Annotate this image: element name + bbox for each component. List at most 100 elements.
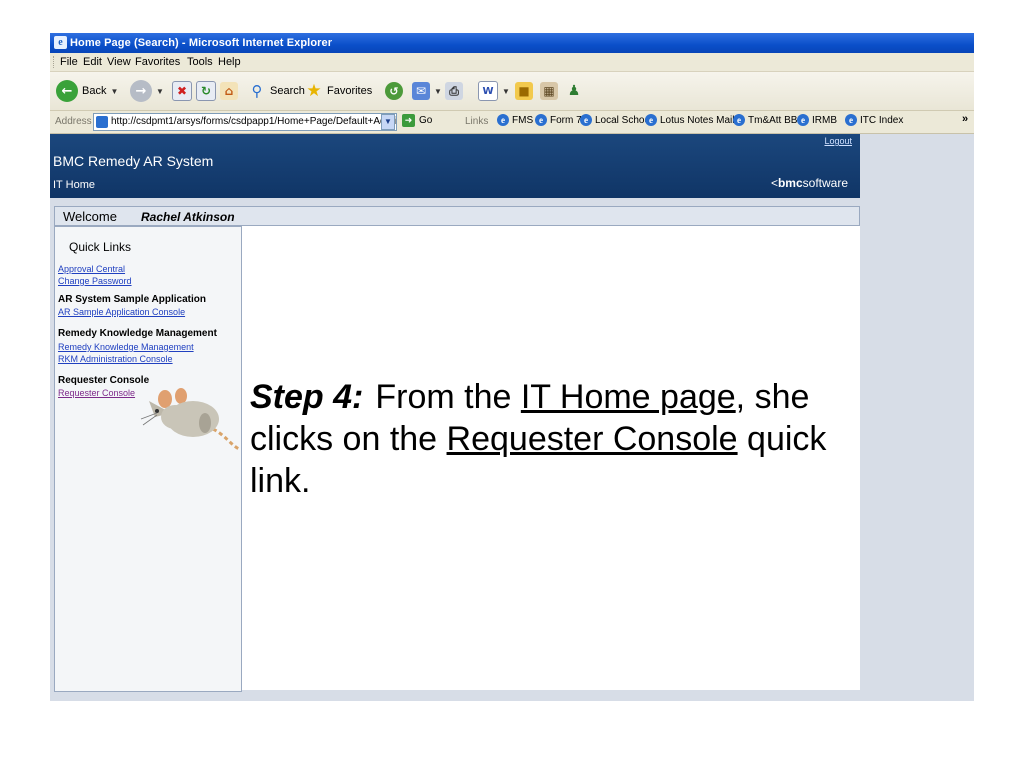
- link-change-password[interactable]: Change Password: [58, 276, 132, 286]
- ie-link-icon: e: [497, 114, 509, 126]
- home-icon: ⌂: [220, 82, 238, 100]
- refresh-button[interactable]: ↻: [196, 79, 216, 103]
- address-dropdown-icon[interactable]: ▼: [381, 114, 395, 130]
- chevron-down-icon: ▼: [434, 86, 442, 96]
- back-label: Back: [82, 85, 107, 97]
- refresh-icon: ↻: [196, 81, 216, 101]
- main-content: Step 4: From the IT Home page, she clicks…: [242, 226, 860, 690]
- web-page: BMC Remedy AR System IT Home Logout <bmc…: [50, 134, 974, 701]
- link-fms[interactable]: e FMS: [497, 114, 533, 126]
- back-button[interactable]: ← Back ▼: [56, 79, 118, 103]
- folder-button[interactable]: ■: [515, 79, 533, 103]
- search-label: Search: [270, 85, 305, 97]
- address-bar: Address http://csdpmt1/arsys/forms/csdpa…: [50, 111, 974, 134]
- mail-button[interactable]: ✉ ▼: [412, 79, 442, 103]
- address-label: Address: [55, 116, 92, 127]
- print-icon: ⎙: [445, 82, 463, 100]
- link-lotus-notes-mail[interactable]: e Lotus Notes Mail: [645, 114, 734, 126]
- link-itc-index[interactable]: e ITC Index: [845, 114, 903, 126]
- menu-view[interactable]: View: [107, 56, 131, 68]
- search-icon: ⚲: [251, 82, 263, 100]
- link-irmb[interactable]: e IRMB: [797, 114, 837, 126]
- go-button[interactable]: ➜ Go: [402, 114, 432, 127]
- logo-bold: bmc: [777, 176, 803, 190]
- link-label: Local School: [595, 114, 653, 126]
- link-label: ITC Index: [860, 114, 904, 126]
- link-label: Form 7: [550, 114, 582, 126]
- more-links-icon[interactable]: »: [962, 113, 968, 125]
- window-title: Home Page (Search) - Microsoft Internet …: [70, 37, 333, 49]
- logo-rest: software: [802, 176, 848, 190]
- ie-link-icon: e: [535, 114, 547, 126]
- link-approval-central[interactable]: Approval Central: [58, 264, 125, 274]
- logout-link[interactable]: Logout: [824, 136, 852, 146]
- page-title: IT Home: [53, 179, 95, 191]
- step-text-1: From the: [375, 378, 521, 416]
- print-button[interactable]: ⎙: [445, 79, 463, 103]
- forward-arrow-icon: →: [130, 80, 152, 102]
- edit-button[interactable]: W ▼: [478, 79, 510, 103]
- welcome-label: Welcome: [63, 209, 117, 224]
- menu-edit[interactable]: Edit: [83, 56, 102, 68]
- menu-help[interactable]: Help: [218, 56, 241, 68]
- chevron-down-icon: ▼: [110, 86, 119, 96]
- step-link-it-home: IT Home page: [520, 378, 736, 416]
- chevron-down-icon: ▼: [156, 86, 164, 96]
- link-form-7[interactable]: e Form 7: [535, 114, 582, 126]
- research-button[interactable]: ▦: [540, 79, 558, 103]
- home-button[interactable]: ⌂: [220, 79, 238, 103]
- history-icon: ↺: [385, 82, 403, 100]
- page-icon: [96, 116, 108, 128]
- star-icon: ★: [306, 81, 322, 101]
- messenger-button[interactable]: ♟: [565, 79, 583, 103]
- link-requester-console[interactable]: Requester Console: [58, 388, 135, 398]
- back-arrow-icon: ←: [56, 80, 78, 102]
- user-name: Rachel Atkinson: [141, 210, 235, 224]
- quick-links-panel: Quick Links Approval Central Change Pass…: [54, 226, 242, 692]
- app-title: BMC Remedy AR System: [53, 153, 214, 169]
- ie-link-icon: e: [797, 114, 809, 126]
- folder-icon: ■: [515, 82, 533, 100]
- stop-icon: ✖: [172, 81, 192, 101]
- standard-toolbar: ← Back ▼ → ▼ ✖ ↻ ⌂ ⚲ Search ★ Favorites …: [50, 72, 974, 111]
- link-label: IRMB: [812, 114, 837, 126]
- link-rkm-admin-console[interactable]: RKM Administration Console: [58, 354, 173, 364]
- go-arrow-icon: ➜: [402, 114, 415, 127]
- logo-prefix: <: [770, 176, 778, 190]
- mail-icon: ✉: [412, 82, 430, 100]
- search-button[interactable]: ⚲ Search: [248, 79, 305, 103]
- grip-handle: [53, 56, 56, 68]
- link-local-school[interactable]: e Local School: [580, 114, 652, 126]
- link-tm-att-bb[interactable]: e Tm&Att BB: [733, 114, 797, 126]
- menu-file[interactable]: File: [60, 56, 78, 68]
- messenger-icon: ♟: [567, 83, 581, 99]
- links-label: Links: [465, 116, 489, 127]
- section-requester-console: Requester Console: [58, 375, 150, 386]
- link-ar-sample-console[interactable]: AR Sample Application Console: [58, 307, 185, 317]
- history-button[interactable]: ↺: [385, 79, 403, 103]
- browser-screenshot: e Home Page (Search) - Microsoft Interne…: [50, 33, 974, 701]
- ie-icon: e: [54, 36, 67, 49]
- quick-links-title: Quick Links: [69, 240, 132, 254]
- favorites-button[interactable]: ★ Favorites: [305, 79, 372, 103]
- edit-icon: W: [478, 81, 498, 101]
- ie-link-icon: e: [845, 114, 857, 126]
- link-remedy-knowledge-management[interactable]: Remedy Knowledge Management: [58, 342, 194, 352]
- menu-bar: File Edit View Favorites Tools Help: [50, 53, 974, 72]
- ie-link-icon: e: [580, 114, 592, 126]
- menu-favorites[interactable]: Favorites: [135, 56, 180, 68]
- research-icon: ▦: [540, 82, 558, 100]
- go-label: Go: [419, 115, 433, 126]
- forward-button[interactable]: → ▼: [130, 79, 164, 103]
- step-instruction: Step 4: From the IT Home page, she clicks…: [250, 376, 850, 502]
- page-scroll-area: [968, 134, 974, 701]
- app-header: BMC Remedy AR System IT Home Logout <bmc…: [50, 134, 860, 198]
- stop-button[interactable]: ✖: [172, 79, 192, 103]
- bmc-software-logo: <bmcsoftware: [771, 176, 848, 190]
- address-input[interactable]: http://csdpmt1/arsys/forms/csdpapp1/Home…: [93, 113, 397, 131]
- welcome-bar: Welcome Rachel Atkinson: [54, 206, 860, 226]
- step-label: Step 4:: [250, 378, 364, 416]
- link-label: Tm&Att BB: [748, 114, 798, 126]
- menu-tools[interactable]: Tools: [187, 56, 213, 68]
- section-ar-sample: AR System Sample Application: [58, 294, 206, 305]
